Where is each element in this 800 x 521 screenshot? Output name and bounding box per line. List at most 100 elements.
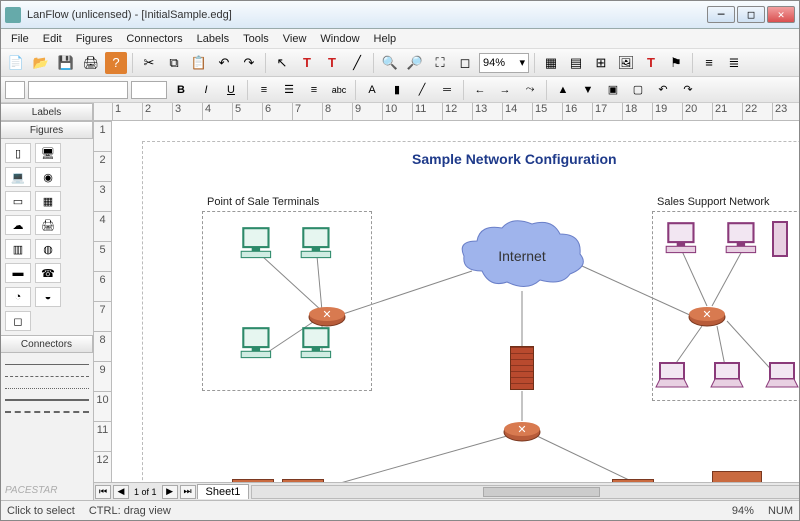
line-color-button[interactable]: ╱ bbox=[411, 80, 433, 100]
shape-generic-icon[interactable]: ◻ bbox=[5, 311, 31, 331]
shape-router-icon[interactable]: ◉ bbox=[35, 167, 61, 187]
shape-modem-icon[interactable]: ▬ bbox=[5, 263, 31, 283]
zoom-fit-button[interactable]: ⛶ bbox=[429, 52, 451, 74]
spellcheck-button[interactable]: abc bbox=[328, 80, 350, 100]
internet-cloud[interactable]: Internet bbox=[452, 216, 592, 296]
menu-edit[interactable]: Edit bbox=[37, 31, 68, 47]
menu-labels[interactable]: Labels bbox=[191, 31, 235, 47]
menu-view[interactable]: View bbox=[277, 31, 313, 47]
sheet-prev-button[interactable]: ◀ bbox=[113, 485, 129, 499]
save-button[interactable]: 💾 bbox=[55, 52, 77, 74]
connector-solid-icon[interactable] bbox=[5, 357, 89, 365]
pc-purple-icon[interactable] bbox=[722, 221, 764, 259]
group-button[interactable]: ▣ bbox=[602, 80, 624, 100]
layer-button[interactable]: ▦ bbox=[540, 52, 562, 74]
connector-style-button[interactable]: ⤳ bbox=[519, 80, 541, 100]
firewall-icon[interactable] bbox=[510, 346, 534, 390]
close-button[interactable]: ✕ bbox=[767, 6, 795, 23]
menu-help[interactable]: Help bbox=[368, 31, 403, 47]
select-tool[interactable]: ↖ bbox=[271, 52, 293, 74]
shape-firewall-icon[interactable]: ▦ bbox=[35, 191, 61, 211]
router-icon[interactable]: ✕ bbox=[687, 306, 727, 328]
sheet-first-button[interactable]: ⏮ bbox=[95, 485, 111, 499]
shape-rack-icon[interactable]: ▥ bbox=[5, 239, 31, 259]
fill-color-button[interactable]: ▮ bbox=[386, 80, 408, 100]
shape-disk-icon[interactable]: ◔ bbox=[5, 287, 31, 307]
align-right-button[interactable]: ≡ bbox=[303, 80, 325, 100]
rotate-left-button[interactable]: ↶ bbox=[652, 80, 674, 100]
snap-button[interactable]: ⊞ bbox=[590, 52, 612, 74]
rotate-right-button[interactable]: ↷ bbox=[677, 80, 699, 100]
zoom-actual-button[interactable]: ◻ bbox=[454, 52, 476, 74]
menu-tools[interactable]: Tools bbox=[237, 31, 275, 47]
pc-icon[interactable] bbox=[297, 226, 339, 264]
shape-laptop-icon[interactable]: 💻 bbox=[5, 167, 31, 187]
pc-purple-icon[interactable] bbox=[662, 221, 704, 259]
arrow-start-button[interactable]: ← bbox=[469, 80, 491, 100]
menu-file[interactable]: File bbox=[5, 31, 35, 47]
underline-button[interactable]: U bbox=[220, 80, 242, 100]
shape-printer-icon[interactable]: 🖨 bbox=[35, 215, 61, 235]
laptop-icon[interactable] bbox=[707, 361, 747, 392]
text-color-button[interactable]: A bbox=[361, 80, 383, 100]
font-size-combo[interactable] bbox=[131, 81, 167, 99]
zoom-out-button[interactable]: 🔎 bbox=[404, 52, 426, 74]
router-icon[interactable]: ✕ bbox=[307, 306, 347, 328]
sheet-last-button[interactable]: ⏭ bbox=[180, 485, 196, 499]
copy-button[interactable]: ⧉ bbox=[163, 52, 185, 74]
connector-dotted-icon[interactable] bbox=[5, 381, 89, 389]
menu-connectors[interactable]: Connectors bbox=[120, 31, 188, 47]
diagram-title[interactable]: Sample Network Configuration bbox=[412, 151, 617, 167]
zoom-in-button[interactable]: 🔍 bbox=[379, 52, 401, 74]
style-preset-combo[interactable] bbox=[5, 81, 25, 99]
help-button[interactable]: ? bbox=[105, 52, 127, 74]
switch-icon[interactable] bbox=[232, 479, 274, 482]
shape-pc-icon[interactable]: 🖥 bbox=[35, 143, 61, 163]
sheet-next-button[interactable]: ▶ bbox=[162, 485, 178, 499]
horizontal-scrollbar[interactable] bbox=[251, 485, 799, 499]
group-pos-terminals[interactable]: Point of Sale Terminals bbox=[202, 211, 372, 391]
maximize-button[interactable]: □ bbox=[737, 6, 765, 23]
ungroup-button[interactable]: ▢ bbox=[627, 80, 649, 100]
cut-button[interactable]: ✂ bbox=[138, 52, 160, 74]
connector-thick-dash-icon[interactable] bbox=[5, 405, 89, 413]
bold-button[interactable]: B bbox=[170, 80, 192, 100]
paste-button[interactable]: 📋 bbox=[188, 52, 210, 74]
italic-button[interactable]: I bbox=[195, 80, 217, 100]
pc-icon[interactable] bbox=[237, 226, 279, 264]
text-tool[interactable]: T bbox=[296, 52, 318, 74]
router-icon[interactable]: ✕ bbox=[502, 421, 542, 443]
align-left-button[interactable]: ≡ bbox=[253, 80, 275, 100]
sheet-tab-1[interactable]: Sheet1 bbox=[197, 484, 250, 499]
server-icon[interactable] bbox=[772, 221, 788, 257]
menu-figures[interactable]: Figures bbox=[70, 31, 119, 47]
undo-button[interactable]: ↶ bbox=[213, 52, 235, 74]
connector-dashed-icon[interactable] bbox=[5, 369, 89, 377]
pc-icon[interactable] bbox=[237, 326, 279, 364]
new-button[interactable]: 📄 bbox=[5, 52, 27, 74]
insert-image-button[interactable]: 🖼 bbox=[615, 52, 637, 74]
open-button[interactable]: 📂 bbox=[30, 52, 52, 74]
align-button[interactable]: ≡ bbox=[698, 52, 720, 74]
line-style-button[interactable]: ═ bbox=[436, 80, 458, 100]
laptop-icon[interactable] bbox=[762, 361, 799, 392]
rack-icon[interactable] bbox=[712, 471, 762, 482]
align-center-button[interactable]: ☰ bbox=[278, 80, 300, 100]
shape-tape-icon[interactable]: ◒ bbox=[35, 287, 61, 307]
pc-icon[interactable] bbox=[297, 326, 339, 364]
bring-front-button[interactable]: ▲ bbox=[552, 80, 574, 100]
distribute-button[interactable]: ≣ bbox=[723, 52, 745, 74]
shape-server-icon[interactable]: ▯ bbox=[5, 143, 31, 163]
text-tool-2[interactable]: T bbox=[321, 52, 343, 74]
laptop-icon[interactable] bbox=[652, 361, 692, 392]
palette-header-labels[interactable]: Labels bbox=[1, 103, 93, 121]
line-tool[interactable]: ╱ bbox=[346, 52, 368, 74]
grid-button[interactable]: ▤ bbox=[565, 52, 587, 74]
connector-thick-icon[interactable] bbox=[5, 393, 89, 401]
switch-icon[interactable] bbox=[612, 479, 654, 482]
switch-icon[interactable] bbox=[282, 479, 324, 482]
minimize-button[interactable]: ─ bbox=[707, 6, 735, 23]
print-button[interactable]: 🖨 bbox=[80, 52, 102, 74]
zoom-combo[interactable]: 94%▾ bbox=[479, 53, 529, 73]
font-name-combo[interactable] bbox=[28, 81, 128, 99]
